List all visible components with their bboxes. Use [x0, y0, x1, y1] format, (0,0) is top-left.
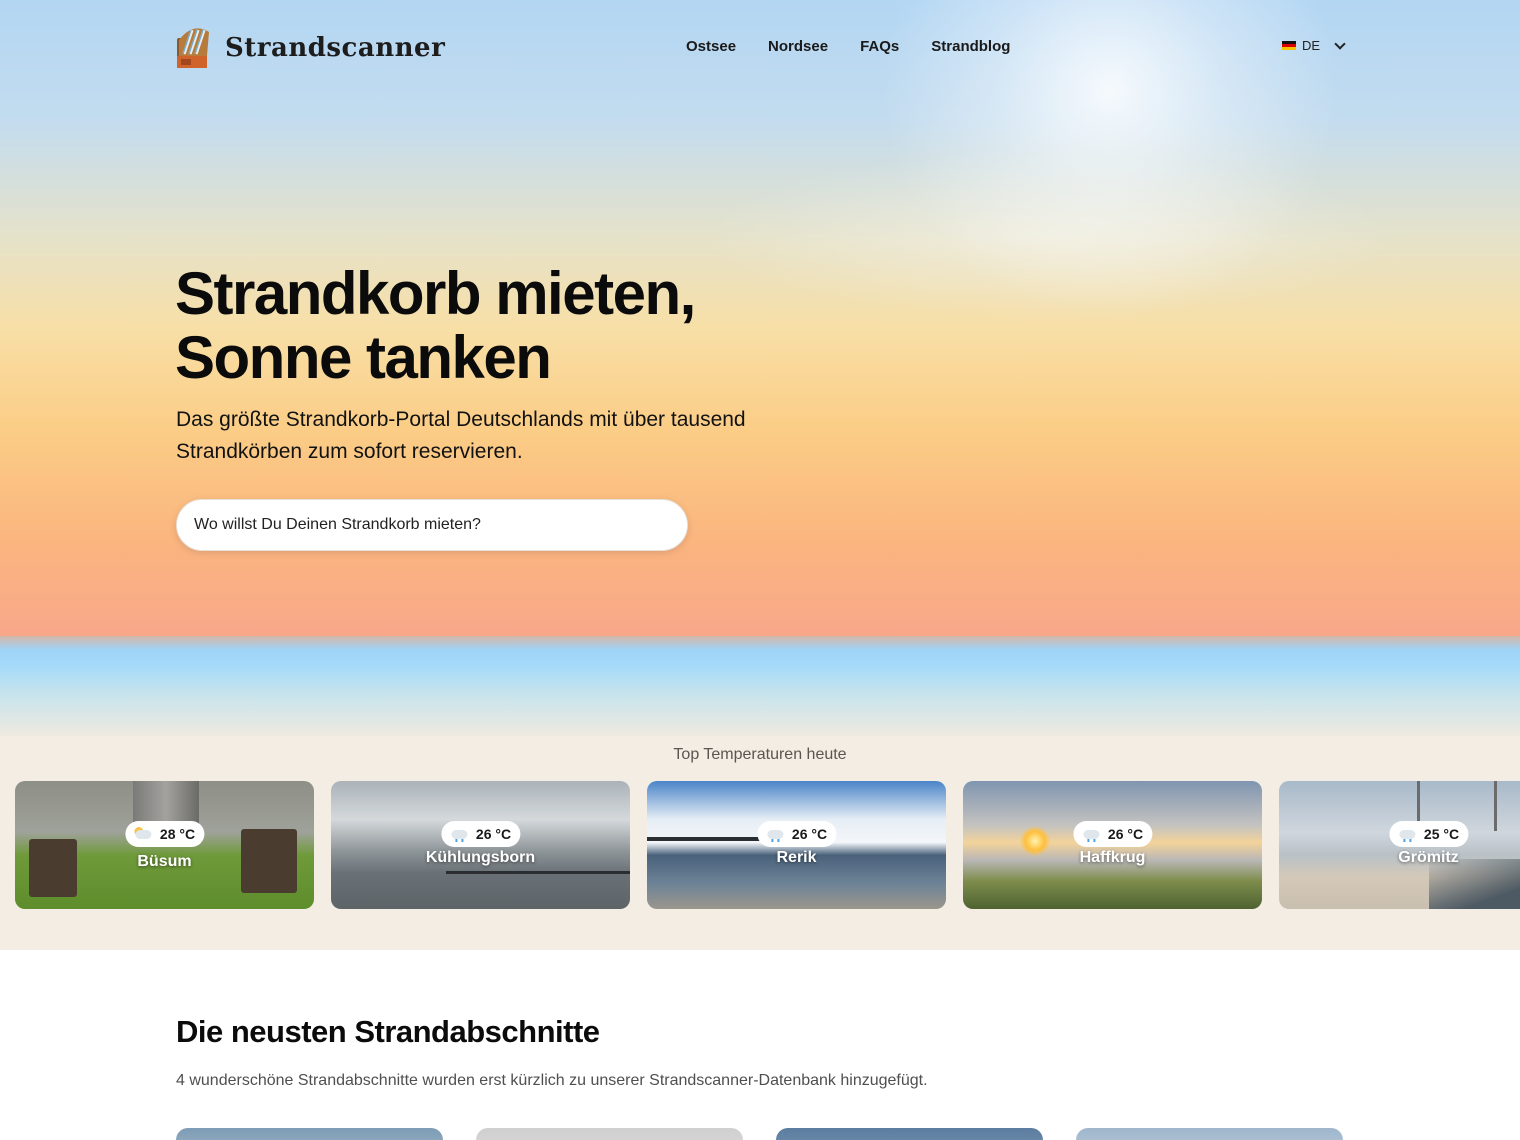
flag-pole-shape	[1494, 781, 1497, 831]
pier-shape	[446, 871, 630, 874]
weather-badge: 26 °C	[1072, 821, 1153, 847]
temperature-value: 25 °C	[1423, 826, 1460, 842]
partly-cloudy-icon	[133, 827, 152, 841]
main-nav: Ostsee Nordsee FAQs Strandblog	[686, 38, 1010, 55]
temperature-value: 28 °C	[159, 826, 196, 842]
hero-subtitle: Das größte Strandkorb-Portal Deutschland…	[176, 408, 746, 463]
nav-item-ostsee[interactable]: Ostsee	[686, 38, 736, 55]
newest-sections-description: 4 wunderschöne Strandabschnitte wurden e…	[176, 1072, 928, 1089]
brand-logo-link[interactable]: Strandscanner	[175, 26, 445, 70]
temperature-card-rerik[interactable]: 26 °C Rerik	[647, 781, 946, 909]
location-name: Büsum	[137, 853, 192, 870]
nav-item-strandblog[interactable]: Strandblog	[931, 38, 1010, 55]
location-name: Haffkrug	[1079, 849, 1146, 866]
beach-section-card[interactable]	[476, 1128, 743, 1140]
temperature-card-groemitz[interactable]: 25 °C Grömitz	[1279, 781, 1520, 909]
beach-section-card[interactable]	[176, 1128, 443, 1140]
nav-item-faqs[interactable]: FAQs	[860, 38, 899, 55]
temperature-card-buesum[interactable]: 28 °C Büsum	[15, 781, 314, 909]
language-code: DE	[1302, 38, 1321, 53]
temperature-value: 26 °C	[791, 826, 828, 842]
newest-sections-list	[176, 1128, 1343, 1140]
temperature-card-haffkrug[interactable]: 26 °C Haffkrug	[963, 781, 1262, 909]
location-name: Grömitz	[1398, 849, 1459, 866]
top-temperatures-section: Top Temperaturen heute 28 °C Büsum 26 °C…	[0, 736, 1520, 950]
weather-badge: 26 °C	[756, 821, 837, 847]
hero-title: Strandkorb mieten, Sonne tanken	[175, 262, 935, 390]
weather-badge: 28 °C	[124, 821, 205, 847]
rain-icon	[450, 827, 468, 842]
rain-icon	[1398, 827, 1416, 842]
weather-badge: 25 °C	[1388, 821, 1469, 847]
rain-icon	[1082, 827, 1100, 842]
newest-sections-title: Die neusten Strandabschnitte	[176, 1014, 600, 1049]
top-temperatures-title: Top Temperaturen heute	[673, 746, 847, 763]
temperature-card-kuehlungsborn[interactable]: 26 °C Kühlungsborn	[331, 781, 630, 909]
location-name: Kühlungsborn	[425, 849, 536, 866]
temperature-cards: 28 °C Büsum 26 °C Kühlungsborn 26 °C Rer…	[15, 781, 1520, 909]
temperature-value: 26 °C	[1107, 826, 1144, 842]
chevron-down-icon	[1334, 37, 1346, 50]
location-search-input[interactable]	[176, 499, 688, 551]
german-flag-icon	[1282, 40, 1296, 51]
location-name: Rerik	[776, 849, 817, 866]
hero-title-line2: Sonne tanken	[175, 324, 552, 391]
sea-band	[0, 636, 1520, 736]
beach-section-card[interactable]	[776, 1128, 1043, 1140]
nav-item-nordsee[interactable]: Nordsee	[768, 38, 828, 55]
brand-name: Strandscanner	[225, 33, 446, 63]
rain-icon	[766, 827, 784, 842]
weather-badge: 26 °C	[440, 821, 521, 847]
language-selector[interactable]: DE	[1282, 37, 1346, 53]
temperature-value: 26 °C	[475, 826, 512, 842]
beach-section-card[interactable]	[1076, 1128, 1343, 1140]
hero-title-line1: Strandkorb mieten,	[175, 260, 696, 327]
beach-chair-logo-icon	[175, 26, 213, 70]
